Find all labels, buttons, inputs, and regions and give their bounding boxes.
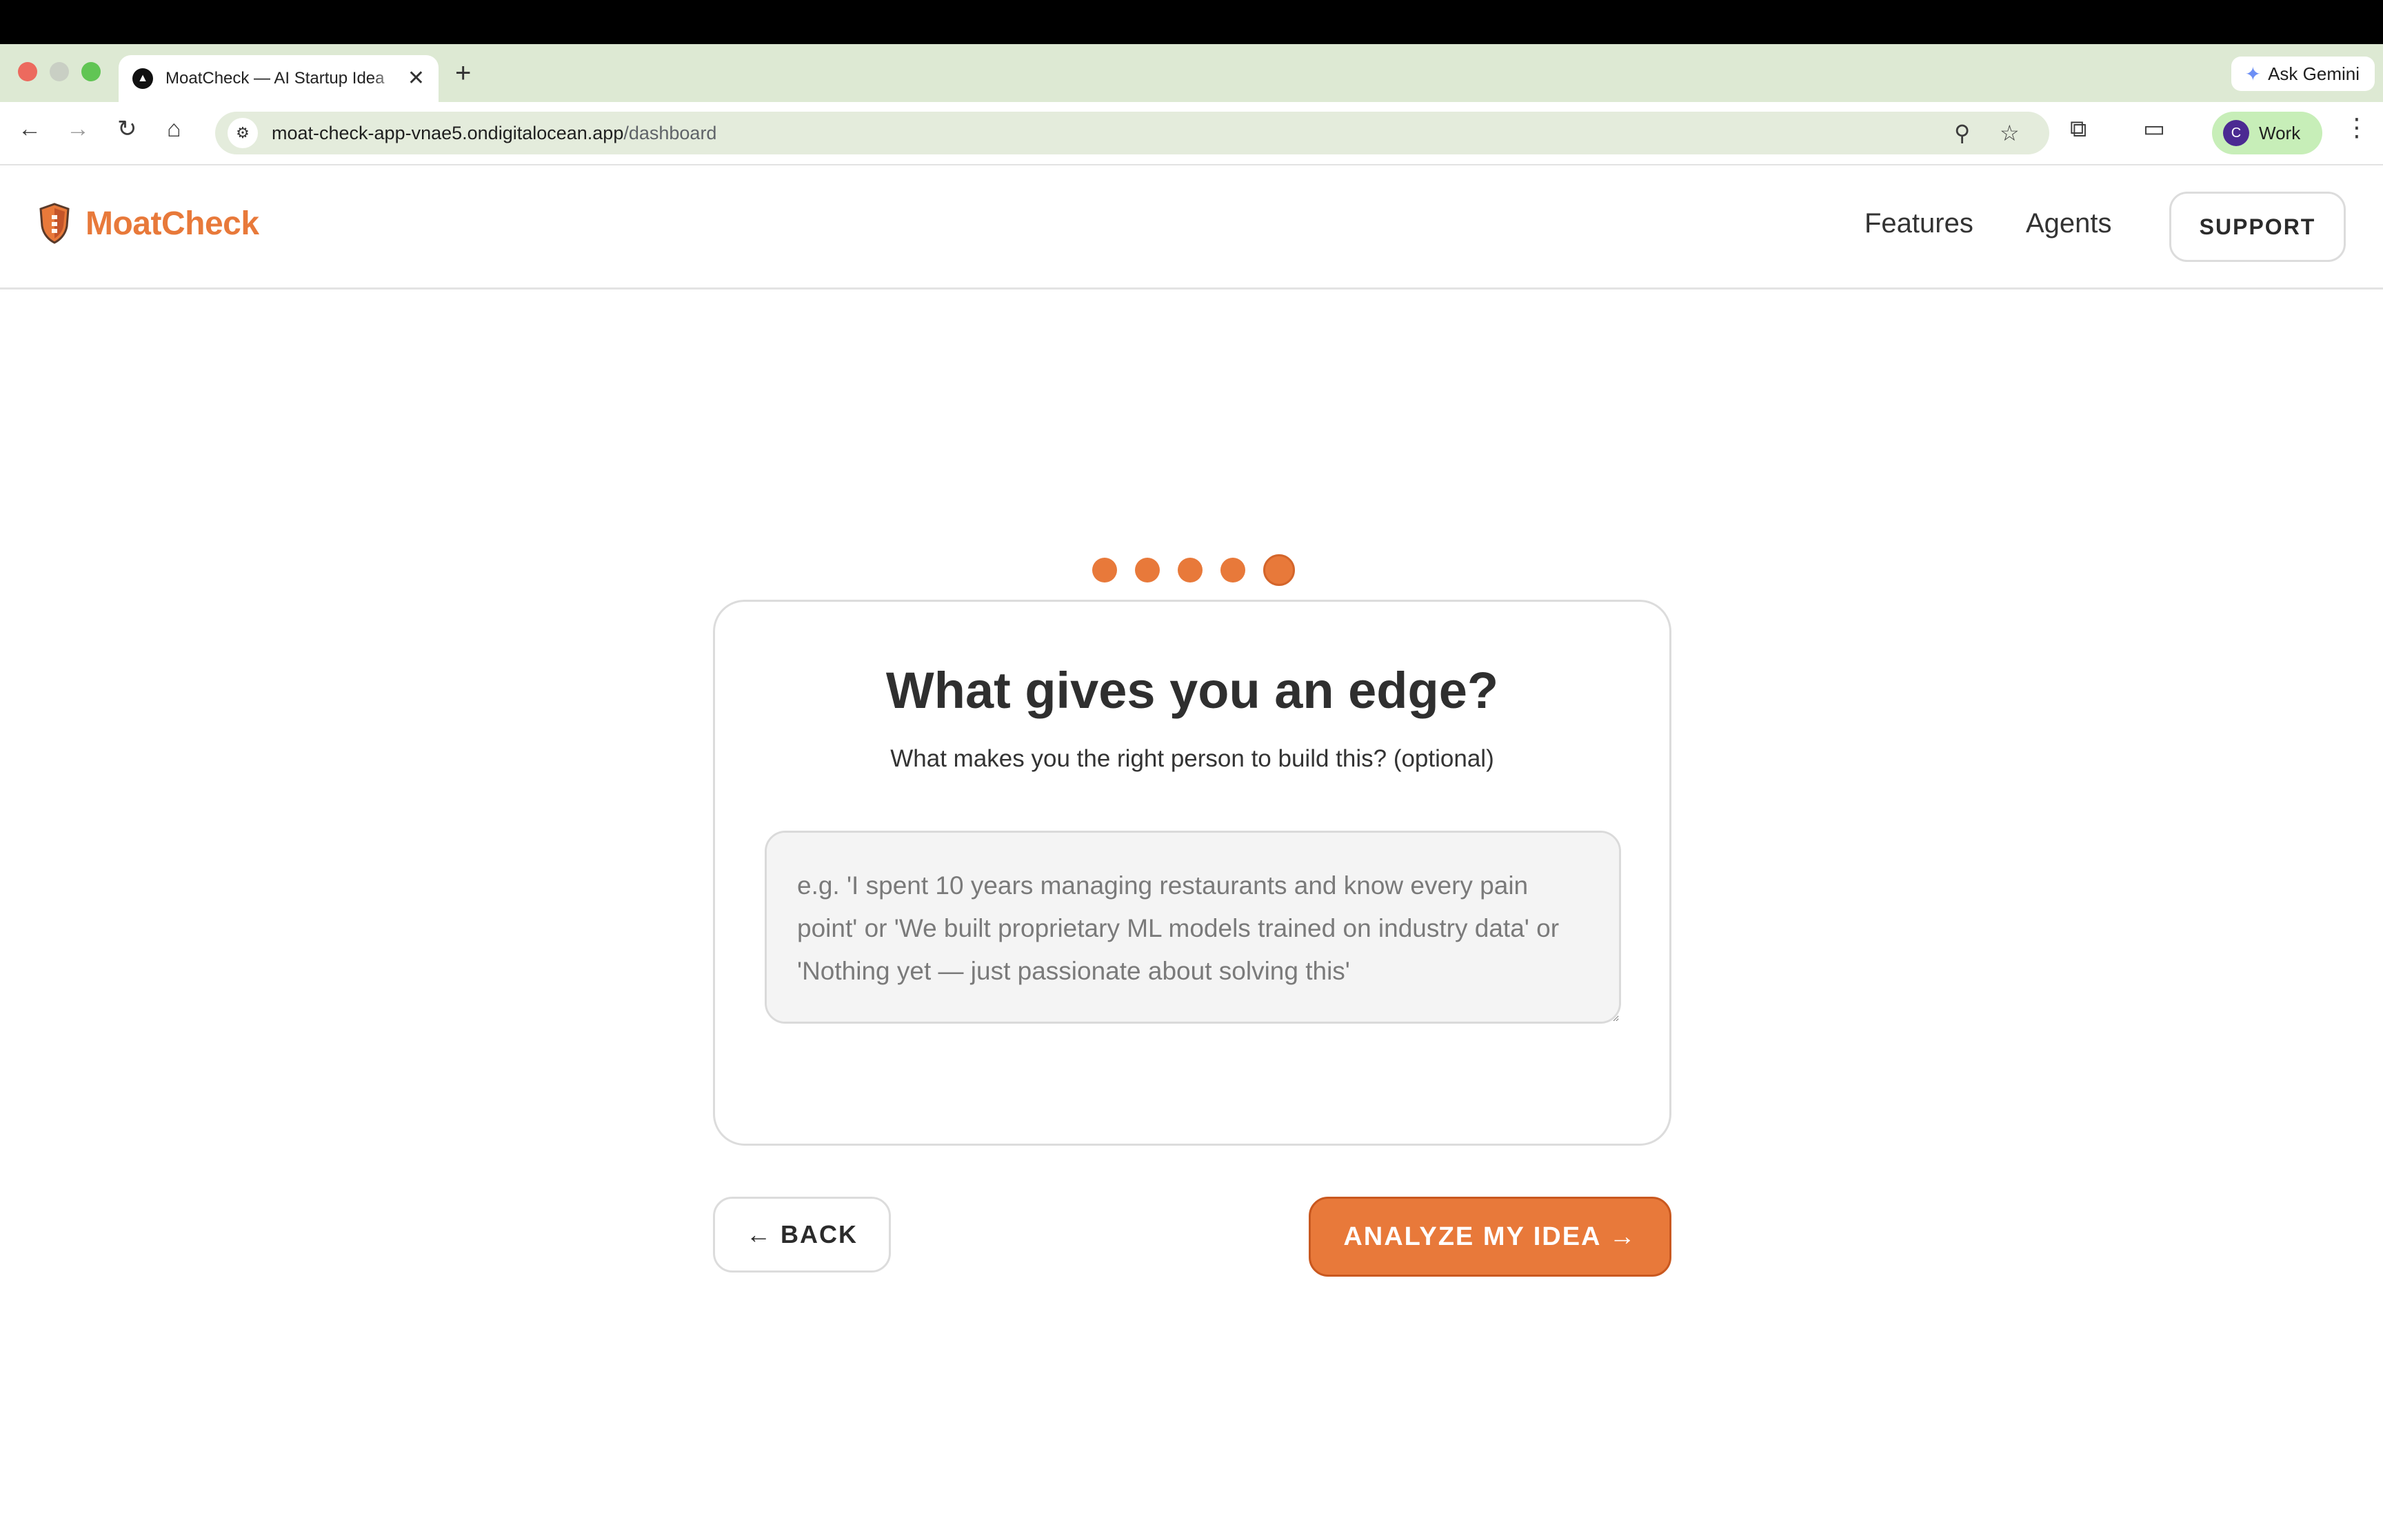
support-button[interactable]: SUPPORT bbox=[2169, 192, 2346, 262]
url-path: /dashboard bbox=[623, 122, 717, 143]
browser-tab-strip: ▲ MoatCheck — AI Startup Idea ✕ + ✦ Ask … bbox=[0, 44, 2383, 102]
window-minimize-button[interactable] bbox=[50, 62, 69, 81]
card-subtitle: What makes you the right person to build… bbox=[890, 745, 1494, 772]
arrow-left-icon[interactable]: ← bbox=[18, 117, 41, 141]
logo-text: MoatCheck bbox=[86, 205, 259, 242]
url-text[interactable]: moat-check-app-vnae5.ondigitalocean.app/… bbox=[272, 123, 716, 144]
card-title: What gives you an edge? bbox=[885, 662, 1499, 719]
step-dot-5-current bbox=[1263, 554, 1295, 586]
new-tab-button[interactable]: + bbox=[455, 59, 471, 87]
nav-features[interactable]: Features bbox=[1864, 208, 1973, 239]
step-dot-3 bbox=[1178, 558, 1203, 582]
avatar: C bbox=[2223, 120, 2249, 146]
step-dot-2 bbox=[1135, 558, 1160, 582]
nav-agents[interactable]: Agents bbox=[2026, 208, 2112, 239]
back-button[interactable]: ← BACK bbox=[713, 1197, 891, 1273]
question-card: What gives you an edge? What makes you t… bbox=[713, 600, 1671, 1146]
gemini-sparkle-icon: ✦ bbox=[2244, 63, 2262, 85]
home-icon[interactable]: ⌂ bbox=[167, 117, 181, 141]
ask-gemini-button[interactable]: ✦ Ask Gemini bbox=[2231, 57, 2375, 91]
puzzle-icon[interactable]: ⧉ bbox=[2070, 117, 2087, 141]
more-vert-icon[interactable]: ⋮ bbox=[2344, 113, 2369, 142]
tab-close-icon[interactable]: ✕ bbox=[408, 68, 425, 89]
shield-icon bbox=[39, 203, 70, 244]
step-dot-4 bbox=[1220, 558, 1245, 582]
window-maximize-button[interactable] bbox=[81, 62, 101, 81]
reload-icon[interactable]: ↻ bbox=[117, 117, 137, 141]
zoom-icon[interactable]: ⚲ bbox=[1954, 120, 1970, 146]
logo[interactable]: MoatCheck bbox=[39, 203, 259, 244]
window-close-button[interactable] bbox=[18, 62, 37, 81]
address-bar[interactable]: ⚙ moat-check-app-vnae5.ondigitalocean.ap… bbox=[215, 112, 2049, 154]
profile-chip[interactable]: C Work bbox=[2212, 112, 2322, 154]
browser-toolbar: ← → ↻ ⌂ ⚙ moat-check-app-vnae5.ondigital… bbox=[0, 102, 2383, 165]
edge-textarea[interactable] bbox=[765, 831, 1621, 1024]
tune-icon[interactable]: ⚙ bbox=[228, 118, 258, 148]
tab-search-icon[interactable]: ▭ bbox=[2143, 117, 2165, 141]
site-header: MoatCheck Features Agents SUPPORT bbox=[0, 167, 2383, 290]
ask-gemini-label: Ask Gemini bbox=[2268, 63, 2360, 84]
arrow-right-icon[interactable]: → bbox=[66, 117, 90, 141]
step-progress bbox=[1092, 554, 1295, 586]
profile-label: Work bbox=[2259, 122, 2301, 143]
browser-tab-active[interactable]: ▲ MoatCheck — AI Startup Idea ✕ bbox=[119, 55, 439, 102]
step-dot-1 bbox=[1092, 558, 1117, 582]
url-host: moat-check-app-vnae5.ondigitalocean.app bbox=[272, 122, 624, 143]
tab-title: MoatCheck — AI Startup Idea bbox=[165, 69, 385, 88]
analyze-idea-button[interactable]: ANALYZE MY IDEA → bbox=[1309, 1197, 1671, 1277]
star-icon[interactable]: ☆ bbox=[2000, 120, 2020, 146]
tab-favicon-icon: ▲ bbox=[132, 68, 153, 89]
os-menu-bar bbox=[0, 0, 2383, 44]
